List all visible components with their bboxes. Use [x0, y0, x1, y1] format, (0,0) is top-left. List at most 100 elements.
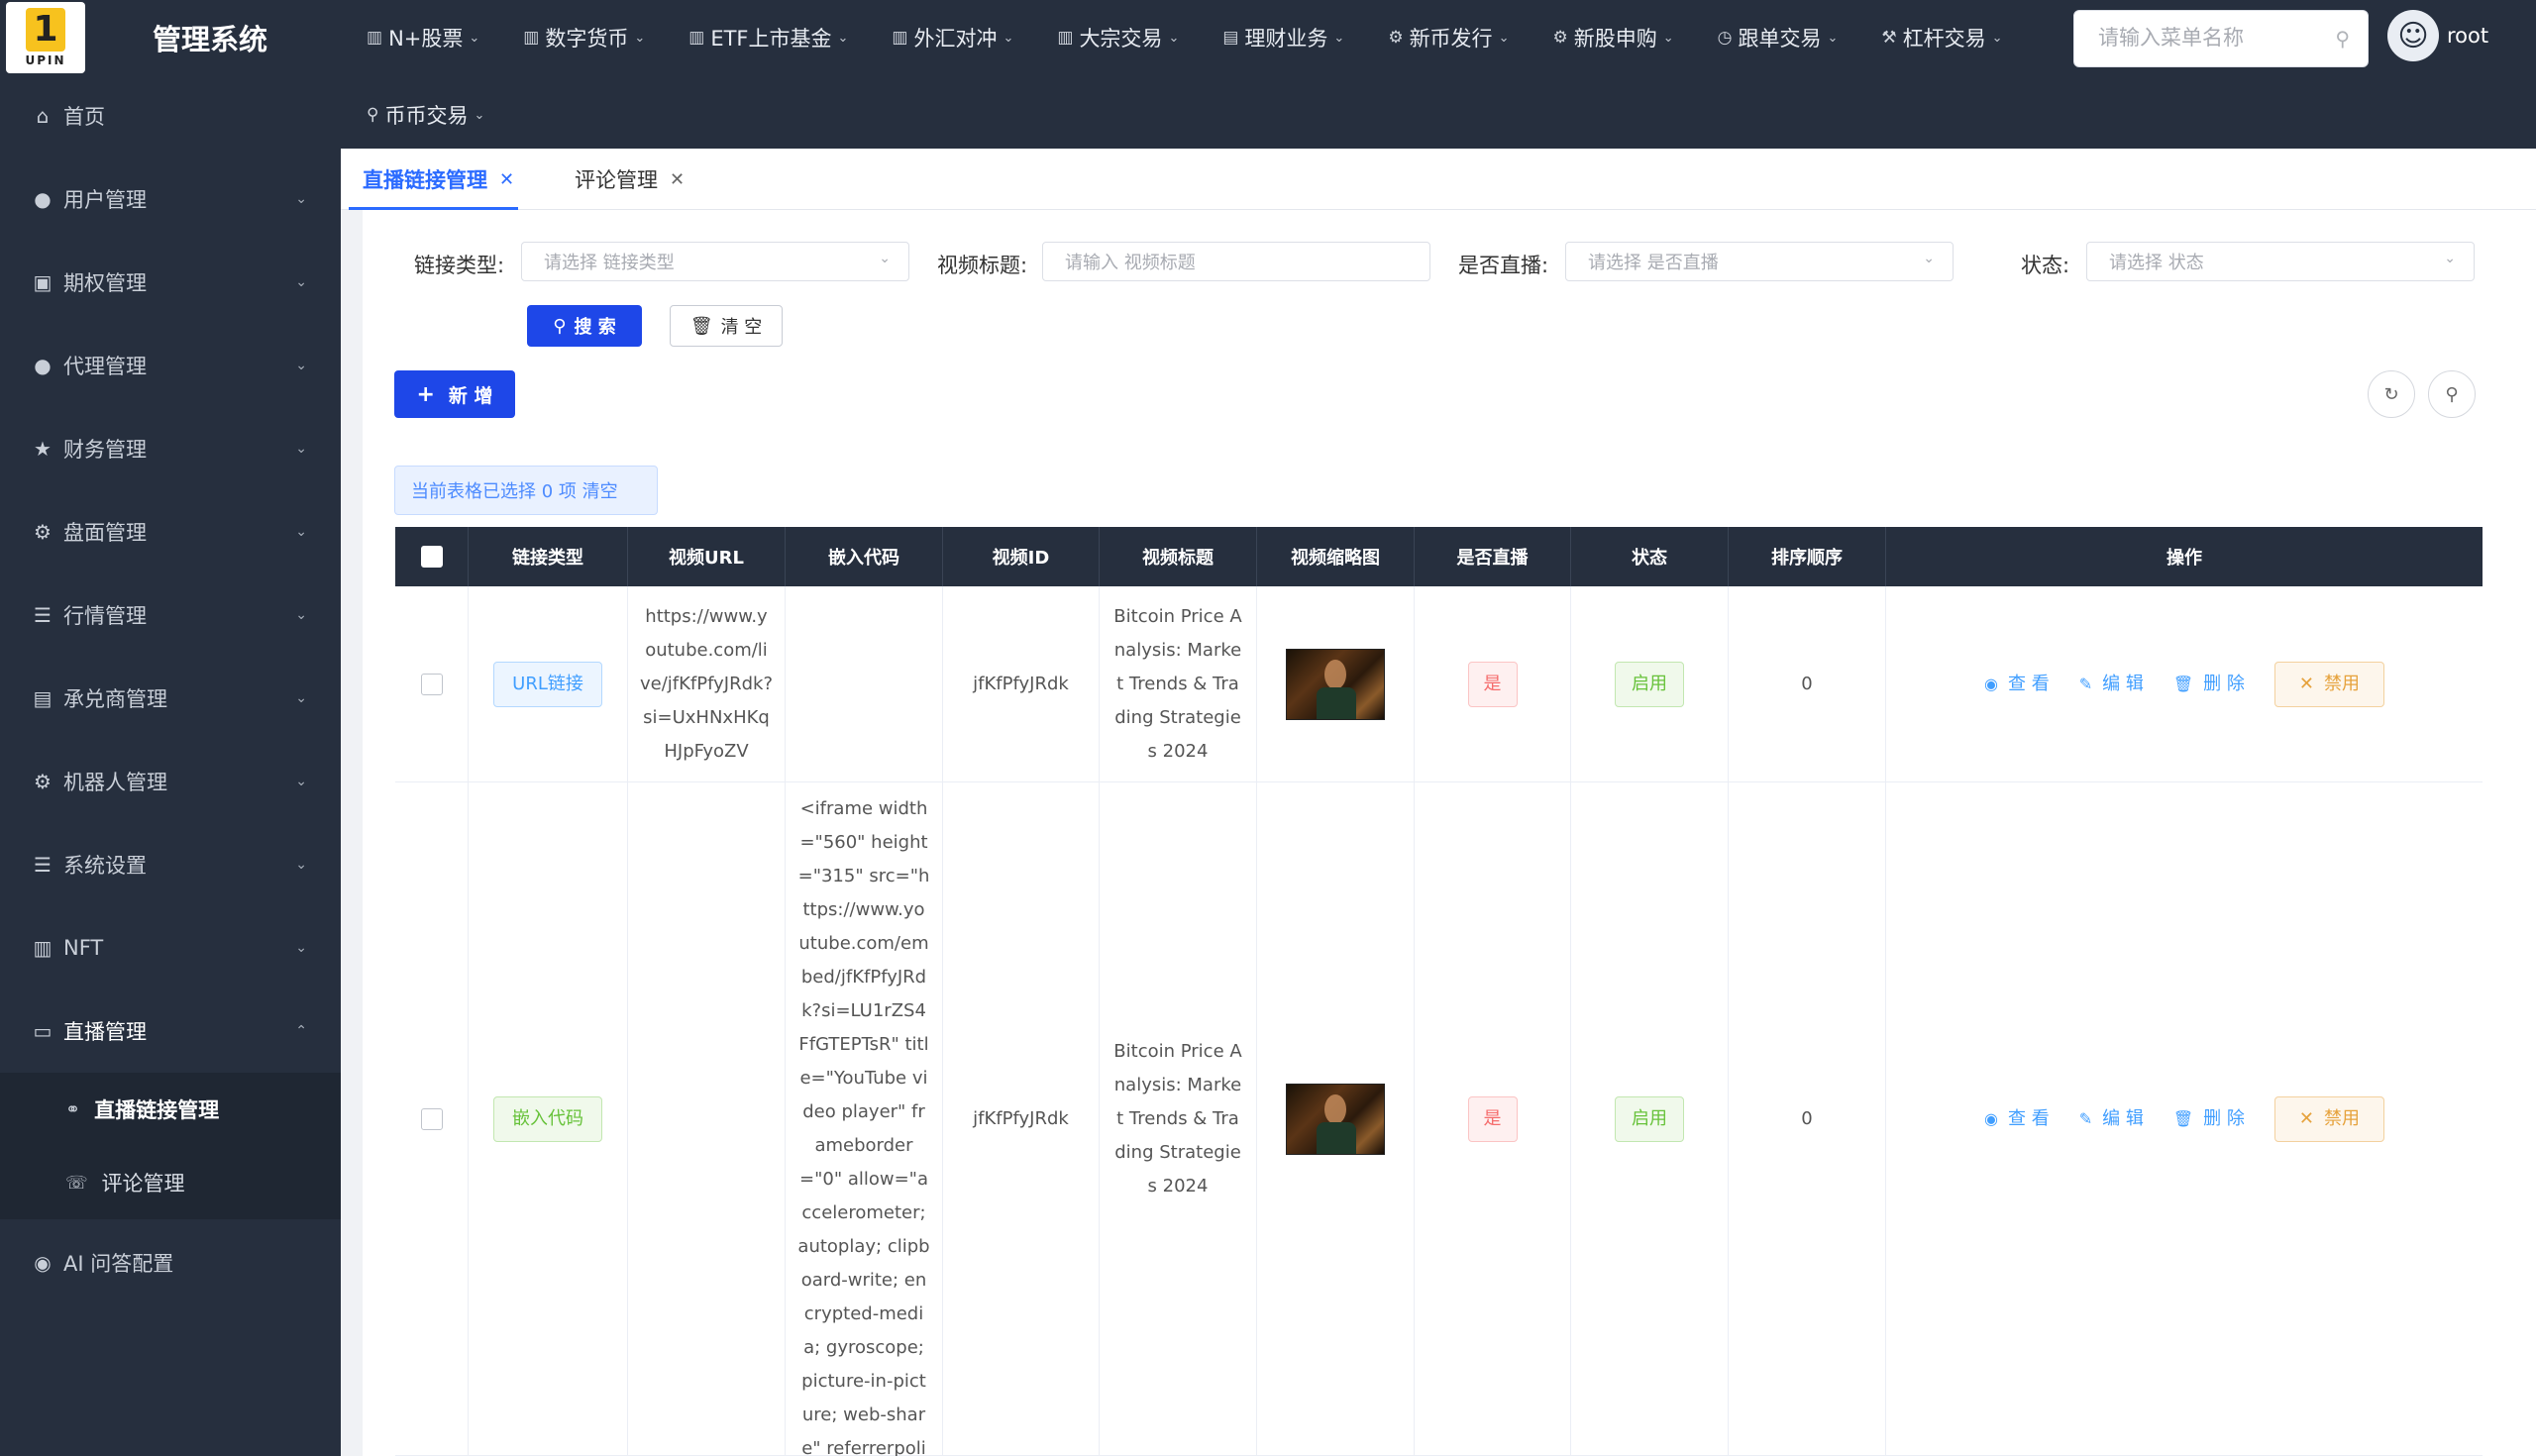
sidebar-subitem-live-links[interactable]: ⚭ 直播链接管理: [0, 1073, 341, 1146]
filter-is-live-select[interactable]: 请选择 是否直播 ⌄: [1565, 242, 1954, 281]
disable-button[interactable]: ✕ 禁用: [2273, 661, 2384, 707]
close-icon[interactable]: ✕: [499, 169, 514, 190]
sidebar-item-settings[interactable]: ☰ 系统设置 ⌄: [0, 823, 341, 906]
topnav-item-stocks[interactable]: ▥ N+股票 ⌄: [367, 18, 479, 57]
cell-is-live: 是: [1415, 586, 1571, 781]
top-nav: ▥ N+股票 ⌄ ▥ 数字货币 ⌄ ▥ ETF上市基金 ⌄ ▥ 外汇对冲 ⌄ ▥ 大宗交易 ⌄ ▤ 理…: [367, 18, 2051, 135]
topnav-item-leverage[interactable]: ⚒ 杠杆交易 ⌄: [1881, 18, 2002, 57]
filter-label-is-live: 是否直播:: [1458, 254, 1549, 277]
delete-button[interactable]: 🗑 删 除: [2173, 1102, 2245, 1136]
status-badge: 启用: [1615, 1095, 1684, 1142]
chevron-down-icon: ⌄: [1923, 251, 1935, 266]
delete-button[interactable]: 🗑 删 除: [2173, 668, 2245, 701]
sidebar-item-home[interactable]: ⌂ 首页: [0, 74, 341, 157]
video-thumbnail[interactable]: [1286, 648, 1385, 720]
sidebar-item-users[interactable]: ● 用户管理 ⌄: [0, 157, 341, 241]
eye-icon: ◉: [1984, 674, 1998, 693]
view-button[interactable]: ◉ 查 看: [1984, 1102, 2050, 1136]
edit-button[interactable]: ✎ 编 辑: [2079, 668, 2144, 701]
search-icon: ⚲: [553, 315, 567, 337]
cell-sort: 0: [1729, 782, 1886, 1455]
table-row: URL链接 https://www.youtube.com/live/jfKfP…: [395, 586, 2483, 782]
chart-icon: ▣: [33, 270, 53, 294]
refresh-button[interactable]: ↻: [2368, 370, 2415, 418]
chevron-down-icon: ⌄: [295, 774, 307, 789]
row-checkbox[interactable]: [420, 1107, 443, 1130]
plus-icon: +: [416, 381, 435, 407]
close-icon: ✕: [2298, 673, 2314, 694]
filter-video-title-input[interactable]: 请输入 视频标题: [1042, 242, 1430, 281]
search-button[interactable]: ⚲ 搜 索: [527, 305, 642, 347]
add-button[interactable]: + 新 增: [394, 370, 515, 418]
topnav-item-crypto[interactable]: ▥ 数字货币 ⌄: [523, 18, 645, 57]
col-video-title: 视频标题: [1100, 527, 1257, 586]
chevron-down-icon: ⌄: [295, 607, 307, 623]
home-icon: ⌂: [36, 104, 50, 128]
wrench-icon: ⚒: [1881, 28, 1897, 48]
sidebar-item-live[interactable]: ▭ 直播管理 ⌃: [0, 989, 341, 1073]
disable-button[interactable]: ✕ 禁用: [2273, 1095, 2384, 1142]
search-toggle-button[interactable]: ⚲: [2428, 370, 2476, 418]
cell-video-title: Bitcoin Price Analysis: Market Trends & …: [1100, 586, 1257, 781]
chevron-down-icon: ⌄: [1168, 30, 1180, 46]
cell-is-live: 是: [1415, 782, 1571, 1455]
tab-live-links[interactable]: 直播链接管理 ✕: [348, 149, 519, 210]
gear-icon: ⚙: [1552, 28, 1568, 48]
user-name[interactable]: root: [2447, 24, 2488, 48]
view-button[interactable]: ◉ 查 看: [1984, 668, 2050, 701]
is-live-tag: 是: [1467, 661, 1518, 707]
avatar[interactable]: ☺: [2387, 10, 2439, 61]
cell-thumbnail: [1257, 782, 1415, 1455]
sidebar-item-finance[interactable]: ★ 财务管理 ⌄: [0, 407, 341, 490]
table-row: 嵌入代码 <iframe width="560" height="315" sr…: [395, 782, 2483, 1456]
cell-video-title: Bitcoin Price Analysis: Market Trends & …: [1100, 782, 1257, 1455]
search-icon: ⚲: [2445, 383, 2459, 405]
sidebar-item-nft[interactable]: ▥ NFT ⌄: [0, 906, 341, 989]
chevron-down-icon: ⌄: [295, 690, 307, 706]
col-actions: 操作: [2166, 548, 2202, 569]
pin-icon: ⚲: [367, 105, 379, 125]
sidebar-item-agents[interactable]: ● 代理管理 ⌄: [0, 324, 341, 407]
topnav-item-ipo[interactable]: ⚙ 新股申购 ⌄: [1552, 18, 1673, 57]
topnav-item-etf[interactable]: ▥ ETF上市基金 ⌄: [688, 18, 848, 57]
clear-button[interactable]: 🗑 清 空: [670, 305, 783, 347]
chevron-down-icon: ⌄: [1003, 30, 1014, 46]
video-thumbnail[interactable]: [1286, 1083, 1385, 1155]
close-icon[interactable]: ✕: [670, 169, 685, 190]
sidebar-item-robots[interactable]: ⚙ 机器人管理 ⌄: [0, 740, 341, 823]
row-actions: ◉ 查 看 ✎ 编 辑 🗑 删 除 ✕ 禁用: [1984, 1095, 2384, 1142]
topnav-item-forex[interactable]: ▥ 外汇对冲 ⌄: [892, 18, 1013, 57]
select-all-checkbox[interactable]: [420, 546, 443, 568]
topnav-item-wealth[interactable]: ▤ 理财业务 ⌄: [1222, 18, 1344, 57]
topnav-item-coin-coin[interactable]: ⚲ 币币交易 ⌄: [367, 95, 484, 135]
sidebar-item-ai-qa[interactable]: ◉ AI 问答配置: [0, 1221, 341, 1304]
sidebar-item-quotes[interactable]: ☰ 行情管理 ⌄: [0, 573, 341, 657]
topnav-item-new-coin[interactable]: ⚙ 新币发行 ⌄: [1388, 18, 1509, 57]
edit-button[interactable]: ✎ 编 辑: [2079, 1102, 2144, 1136]
topnav-item-bulk[interactable]: ▥ 大宗交易 ⌄: [1057, 18, 1179, 57]
select-all-cell: [395, 527, 469, 586]
pencil-icon: ✎: [2078, 674, 2093, 693]
menu-search-input[interactable]: [2098, 11, 2336, 64]
sidebar-subitem-comments[interactable]: ☏ 评论管理: [0, 1146, 341, 1219]
refresh-icon: ↻: [2383, 383, 2399, 405]
filter-status-select[interactable]: 请选择 状态 ⌄: [2086, 242, 2475, 281]
row-select-cell: [395, 586, 469, 781]
filter-link-type-select[interactable]: 请选择 链接类型 ⌄: [521, 242, 909, 281]
eye-icon: ◉: [1984, 1108, 1998, 1128]
user-menu[interactable]: ☺ root: [2387, 10, 2488, 61]
chevron-down-icon: ⌄: [295, 358, 307, 373]
col-link-type: 链接类型: [469, 527, 628, 586]
sidebar-item-market-board[interactable]: ⚙ 盘面管理 ⌄: [0, 490, 341, 573]
list-icon: ☰: [34, 853, 52, 877]
col-thumbnail: 视频缩略图: [1257, 527, 1415, 586]
search-icon[interactable]: ⚲: [2335, 27, 2350, 51]
tab-comments[interactable]: 评论管理 ✕: [575, 149, 685, 210]
filter-label-link-type: 链接类型:: [414, 254, 505, 277]
sidebar-item-acceptors[interactable]: ▤ 承兑商管理 ⌄: [0, 657, 341, 740]
pencil-icon: ✎: [2078, 1108, 2093, 1128]
list-icon: ☰: [34, 603, 52, 627]
row-checkbox[interactable]: [420, 673, 443, 695]
sidebar-item-options[interactable]: ▣ 期权管理 ⌄: [0, 241, 341, 324]
topnav-item-copy-trade[interactable]: ◷ 跟单交易 ⌄: [1718, 18, 1839, 57]
